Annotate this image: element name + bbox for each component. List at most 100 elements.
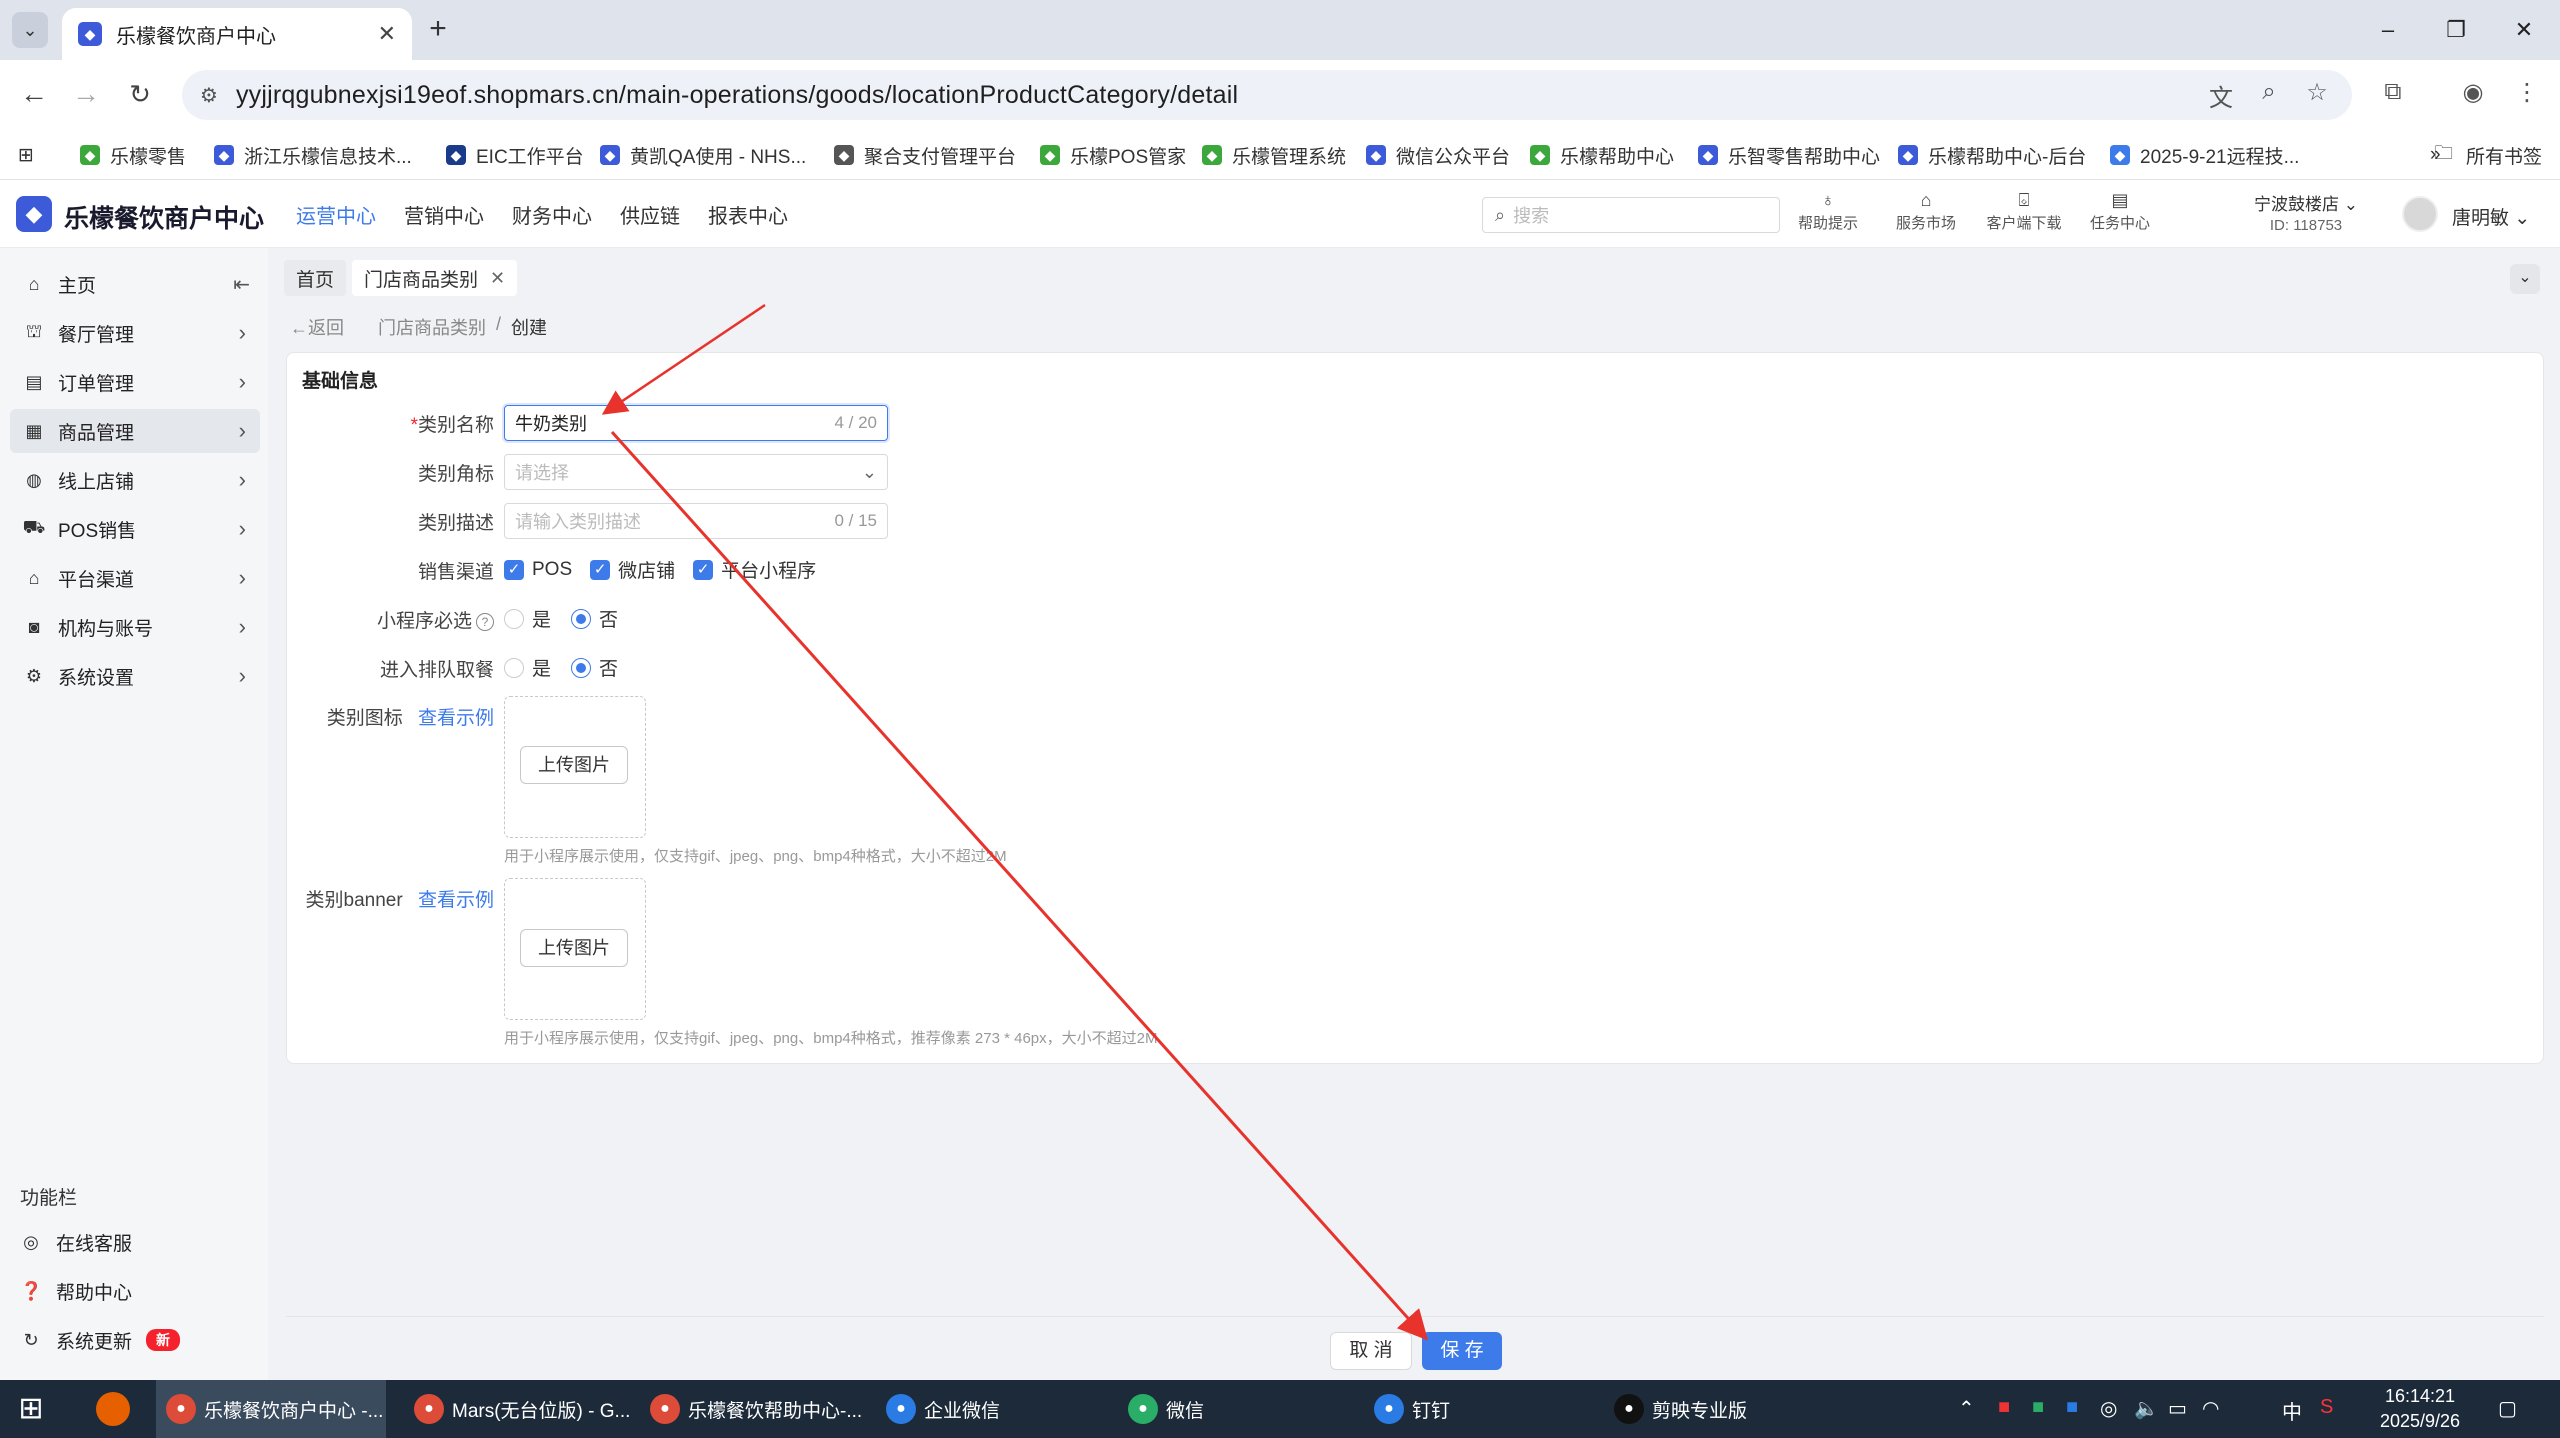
- forward-icon[interactable]: →: [66, 74, 106, 114]
- channel-pos-checkbox[interactable]: ✓ POS: [504, 556, 572, 583]
- minimize-button[interactable]: –: [2358, 10, 2418, 50]
- sidebar-item[interactable]: ⚙ 系统设置 ›: [10, 654, 260, 698]
- nav-reports[interactable]: 报表中心: [708, 200, 788, 229]
- category-name-input[interactable]: 牛奶类别 4 / 20: [504, 405, 888, 441]
- taskbar-item[interactable]: ● 钉钉: [1364, 1380, 1594, 1438]
- nav-marketing[interactable]: 营销中心: [404, 200, 484, 229]
- apps-icon[interactable]: ⊞: [18, 138, 34, 172]
- new-tab-button[interactable]: +: [420, 12, 456, 48]
- close-tab-icon[interactable]: ✕: [378, 21, 396, 47]
- bookmark-item[interactable]: ◆ 浙江乐檬信息技术...: [214, 138, 412, 172]
- bookmark-item[interactable]: ◆ 乐檬POS管家: [1040, 138, 1186, 172]
- store-switcher[interactable]: 宁波鼓楼店 ⌄ ID: 118753: [2246, 190, 2366, 234]
- bookmark-item[interactable]: ◆ 乐檬零售: [80, 138, 186, 172]
- back-link[interactable]: ←返回: [290, 314, 344, 340]
- cancel-button[interactable]: 取 消: [1330, 1332, 1412, 1370]
- required-yes-radio[interactable]: 是: [504, 605, 551, 632]
- breadcrumb-parent[interactable]: 门店商品类别: [378, 314, 486, 340]
- nav-supply-chain[interactable]: 供应链: [620, 200, 680, 229]
- all-bookmarks-label[interactable]: 所有书签: [2466, 138, 2542, 172]
- tab-home[interactable]: 首页: [284, 260, 347, 296]
- sidebar-item[interactable]: ▤ 订单管理 ›: [10, 360, 260, 404]
- battery-icon[interactable]: ▭: [2168, 1396, 2187, 1421]
- help-circle-icon[interactable]: ?: [476, 612, 494, 631]
- client-download-button[interactable]: ⌺ 客户端下载: [1984, 190, 2064, 233]
- banner-example-link[interactable]: 查看示例: [418, 890, 494, 911]
- tray-network-icon[interactable]: ◎: [2100, 1396, 2117, 1421]
- ime-indicator[interactable]: 中: [2282, 1396, 2302, 1425]
- bookmark-item[interactable]: ◆ 黄凯QA使用 - NHS...: [600, 138, 806, 172]
- taskbar-item[interactable]: ● Mars(无台位版) - G...: [404, 1380, 634, 1438]
- bookmark-item[interactable]: ◆ 2025-9-21远程技...: [2110, 138, 2299, 172]
- windows-start-icon[interactable]: ⊞: [14, 1392, 48, 1426]
- nav-finance[interactable]: 财务中心: [512, 200, 592, 229]
- restore-button[interactable]: ❐: [2426, 10, 2486, 50]
- bookmark-item[interactable]: ◆ EIC工作平台: [446, 138, 584, 172]
- extensions-icon[interactable]: ⧉: [2376, 78, 2410, 106]
- sidebar-item[interactable]: ⛫ 餐厅管理 ›: [10, 311, 260, 355]
- close-icon[interactable]: ✕: [490, 268, 505, 289]
- nav-operations[interactable]: 运营中心: [296, 200, 376, 229]
- site-settings-icon[interactable]: ⚙: [200, 83, 218, 108]
- bookmark-item[interactable]: ◆ 聚合支付管理平台: [834, 138, 1016, 172]
- taskbar-item[interactable]: ● 乐檬餐饮帮助中心-...: [640, 1380, 870, 1438]
- firefox-icon[interactable]: [96, 1392, 130, 1426]
- channel-microstore-checkbox[interactable]: ✓ 微店铺: [590, 556, 675, 583]
- online-service-item[interactable]: ◎ 在线客服: [20, 1224, 132, 1260]
- close-window-button[interactable]: ✕: [2494, 10, 2554, 50]
- sidebar-item[interactable]: ⌂ 主页 ⇤: [10, 262, 260, 306]
- service-market-button[interactable]: ⌂ 服务市场: [1886, 190, 1966, 233]
- category-desc-input[interactable]: 请输入类别描述 0 / 15: [504, 503, 888, 539]
- volume-icon[interactable]: 🔈: [2134, 1396, 2159, 1421]
- tray-overflow-icon[interactable]: ⌃: [1958, 1396, 1975, 1421]
- system-update-item[interactable]: ↻ 系统更新新: [20, 1322, 181, 1358]
- required-no-radio[interactable]: 否: [571, 605, 618, 632]
- taskbar-item[interactable]: ● 乐檬餐饮商户中心 -...: [156, 1380, 386, 1438]
- wifi-icon[interactable]: ◠: [2202, 1396, 2219, 1421]
- avatar[interactable]: [2402, 196, 2438, 232]
- icon-upload-button[interactable]: 上传图片: [520, 746, 628, 784]
- reload-icon[interactable]: ↻: [120, 74, 160, 114]
- help-center-item[interactable]: ❓ 帮助中心: [20, 1273, 132, 1309]
- back-icon[interactable]: ←: [14, 74, 54, 114]
- all-bookmarks[interactable]: 🗀: [2434, 138, 2453, 172]
- taskbar-item[interactable]: ● 剪映专业版: [1604, 1380, 1834, 1438]
- sidebar-item[interactable]: ▦ 商品管理 ›: [10, 409, 260, 453]
- tab-store-category[interactable]: 门店商品类别 ✕: [352, 260, 518, 296]
- help-tips-button[interactable]: ♁ 帮助提示: [1788, 190, 1868, 233]
- tray-app-icon[interactable]: ■: [1998, 1396, 2010, 1419]
- sidebar-item[interactable]: ⛟ POS销售 ›: [10, 507, 260, 551]
- clock[interactable]: 16:14:21 2025/9/26: [2370, 1384, 2470, 1434]
- channel-miniprogram-checkbox[interactable]: ✓ 平台小程序: [693, 556, 816, 583]
- icon-example-link[interactable]: 查看示例: [418, 708, 494, 729]
- queue-no-radio[interactable]: 否: [571, 654, 618, 681]
- user-menu[interactable]: 唐明敏 ⌄: [2452, 203, 2530, 230]
- translate-icon[interactable]: 文: [2204, 78, 2238, 113]
- category-badge-select[interactable]: 请选择 ⌄: [504, 454, 888, 490]
- queue-yes-radio[interactable]: 是: [504, 654, 551, 681]
- notifications-icon[interactable]: ▢: [2498, 1396, 2517, 1421]
- sidebar-item[interactable]: ◍ 线上店铺 ›: [10, 458, 260, 502]
- bookmark-item[interactable]: ◆ 乐檬帮助中心: [1530, 138, 1674, 172]
- sidebar-item[interactable]: ⌂ 平台渠道 ›: [10, 556, 260, 600]
- sogou-icon[interactable]: S: [2320, 1396, 2333, 1419]
- tab-search-button[interactable]: ⌄: [12, 12, 48, 48]
- sidebar-item[interactable]: ◙ 机构与账号 ›: [10, 605, 260, 649]
- bookmark-star-icon[interactable]: ☆: [2300, 78, 2334, 107]
- taskbar-item[interactable]: ● 企业微信: [876, 1380, 1106, 1438]
- tray-dingtalk-icon[interactable]: ■: [2066, 1396, 2078, 1419]
- collapse-sidebar-icon[interactable]: ⇤: [233, 272, 250, 297]
- bookmark-item[interactable]: ◆ 乐檬管理系统: [1202, 138, 1346, 172]
- profile-icon[interactable]: ◉: [2456, 78, 2490, 107]
- bookmark-item[interactable]: ◆ 微信公众平台: [1366, 138, 1510, 172]
- bookmark-item[interactable]: ◆ 乐檬帮助中心-后台: [1898, 138, 2086, 172]
- tabs-dropdown-button[interactable]: ⌄: [2510, 264, 2540, 294]
- taskbar-item[interactable]: ● 微信: [1118, 1380, 1348, 1438]
- search-input[interactable]: ⌕ 搜索: [1482, 197, 1780, 233]
- tray-wechat-icon[interactable]: ■: [2032, 1396, 2044, 1419]
- browser-tab[interactable]: ◆ 乐檬餐饮商户中心 ✕: [62, 8, 412, 60]
- task-center-button[interactable]: ▤ 任务中心: [2080, 190, 2160, 233]
- address-bar[interactable]: ⚙ yyjjrqgubnexjsi19eof.shopmars.cn/main-…: [182, 70, 2352, 120]
- bookmark-item[interactable]: ◆ 乐智零售帮助中心: [1698, 138, 1880, 172]
- menu-icon[interactable]: ⋮: [2510, 78, 2544, 107]
